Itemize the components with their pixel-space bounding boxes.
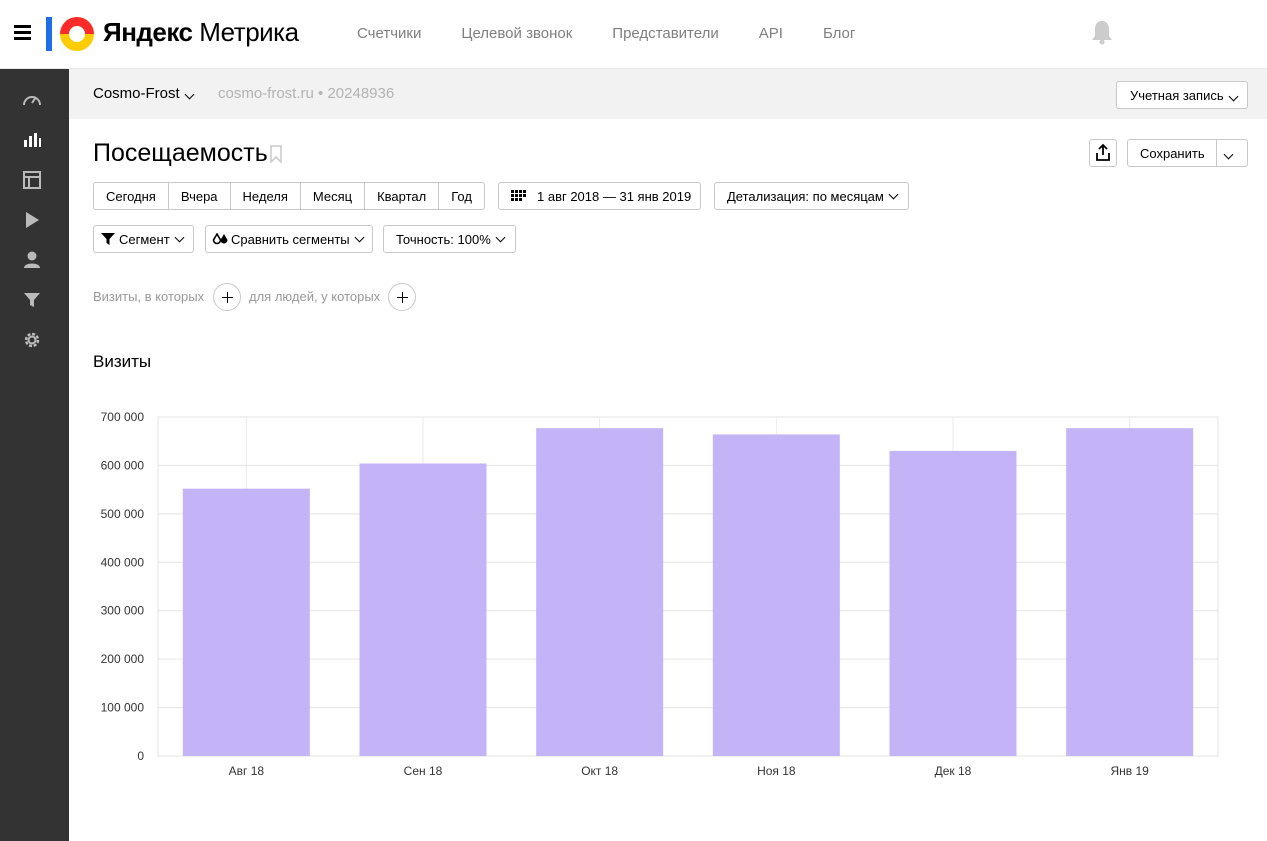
nav-representatives[interactable]: Представители	[612, 25, 718, 42]
counter-bar: Cosmo-Frost cosmo-frost.ru • 20248936 Уч…	[69, 69, 1267, 119]
accuracy-label: Точность: 100%	[396, 231, 491, 247]
y-tick-label: 300 000	[101, 604, 145, 618]
chart-bar	[359, 463, 487, 756]
y-tick-label: 100 000	[101, 701, 145, 715]
page-title: Посещаемость	[93, 139, 268, 167]
reports-icon[interactable]	[22, 130, 42, 150]
maps-icon[interactable]	[22, 170, 42, 190]
segment-button[interactable]: Сегмент	[93, 225, 194, 253]
period-week[interactable]: Неделя	[231, 183, 301, 209]
x-tick-label: Окт 18	[581, 764, 618, 778]
period-today[interactable]: Сегодня	[94, 183, 169, 209]
y-tick-label: 200 000	[101, 652, 145, 666]
compare-segments-label: Сравнить сегменты	[231, 231, 350, 247]
bookmark-icon[interactable]	[269, 145, 283, 163]
chart-bar	[712, 434, 840, 756]
counter-site-info: cosmo-frost.ru • 20248936	[218, 85, 394, 102]
counter-selector[interactable]: Cosmo-Frost	[93, 85, 195, 102]
y-tick-label: 400 000	[101, 555, 145, 569]
nav-api[interactable]: API	[759, 25, 783, 42]
nav-blog[interactable]: Блог	[823, 25, 855, 42]
chart-bar	[1066, 428, 1194, 756]
compare-segments-button[interactable]: Сравнить сегменты	[205, 225, 373, 253]
add-people-condition-button[interactable]	[388, 283, 416, 311]
chevron-down-icon	[1223, 149, 1234, 160]
dashboard-icon[interactable]	[22, 90, 42, 110]
nav-counters[interactable]: Счетчики	[357, 25, 421, 42]
y-tick-label: 700 000	[101, 410, 145, 424]
x-tick-label: Ноя 18	[757, 764, 796, 778]
filter-icon	[101, 233, 115, 245]
chart-bar	[182, 488, 310, 756]
audience-user-icon[interactable]	[22, 250, 42, 270]
date-range-picker[interactable]: 1 авг 2018 — 31 янв 2019	[498, 182, 701, 210]
period-year[interactable]: Год	[439, 183, 484, 209]
menu-icon[interactable]	[14, 25, 31, 40]
counter-separator: •	[318, 85, 324, 102]
segment-label: Сегмент	[119, 231, 170, 247]
calendar-icon	[511, 190, 526, 201]
drops-icon	[212, 232, 228, 244]
save-button[interactable]: Сохранить	[1127, 139, 1217, 167]
chevron-down-icon	[174, 232, 185, 242]
x-tick-label: Авг 18	[229, 764, 265, 778]
counter-name: Cosmo-Frost	[93, 85, 180, 102]
save-options-button[interactable]	[1217, 139, 1248, 167]
counter-id: 20248936	[327, 85, 395, 102]
y-tick-label: 600 000	[101, 458, 145, 472]
visits-bar-chart: 0 100 000 200 000 300 000 400 000 500 000 600 …	[101, 410, 1219, 778]
detail-label: Детализация: по месяцам	[727, 188, 884, 204]
counter-site: cosmo-frost.ru	[218, 85, 314, 102]
chart-bar	[536, 428, 664, 756]
x-tick-label: Сен 18	[404, 764, 443, 778]
visits-condition-hint: Визиты, в которых	[93, 289, 205, 304]
goals-filter-icon[interactable]	[22, 290, 42, 310]
top-header: Яндекс Метрика Счетчики Целевой звонок П…	[0, 0, 1267, 69]
x-tick-label: Янв 19	[1110, 764, 1149, 778]
y-tick-label: 500 000	[101, 507, 145, 521]
logo-text[interactable]: Яндекс Метрика	[103, 17, 299, 48]
export-button[interactable]	[1089, 139, 1117, 167]
webvisor-play-icon[interactable]	[22, 210, 42, 230]
chevron-down-icon	[354, 232, 365, 242]
save-button-group: Сохранить	[1127, 139, 1248, 167]
y-tick-label: 0	[137, 749, 144, 763]
chevron-down-icon	[1228, 91, 1239, 102]
chevron-down-icon	[495, 232, 506, 242]
x-tick-label: Дек 18	[935, 764, 972, 778]
share-upload-icon	[1096, 143, 1110, 161]
logo-text-bold: Яндекс	[103, 17, 193, 47]
top-nav: Счетчики Целевой звонок Представители AP…	[357, 25, 895, 42]
logo-text-rest: Метрика	[199, 17, 299, 47]
chevron-down-icon	[888, 189, 899, 199]
yandex-metrica-logo[interactable]	[46, 15, 96, 53]
period-selector: Сегодня Вчера Неделя Месяц Квартал Год	[93, 182, 485, 210]
period-quarter[interactable]: Квартал	[365, 183, 440, 209]
nav-target-call[interactable]: Целевой звонок	[461, 25, 572, 42]
detail-dropdown[interactable]: Детализация: по месяцам	[714, 182, 909, 210]
bell-icon[interactable]	[1091, 19, 1113, 45]
settings-gear-icon[interactable]	[22, 330, 42, 350]
period-yesterday[interactable]: Вчера	[169, 183, 231, 209]
period-month[interactable]: Месяц	[301, 183, 366, 209]
date-range-label: 1 авг 2018 — 31 янв 2019	[537, 188, 692, 204]
accuracy-dropdown[interactable]: Точность: 100%	[383, 225, 516, 253]
people-condition-hint: для людей, у которых	[249, 289, 381, 304]
chevron-down-icon	[184, 89, 195, 100]
chart-title: Визиты	[93, 352, 152, 371]
chart-bar	[889, 450, 1017, 756]
account-label: Учетная запись	[1130, 88, 1224, 103]
account-button[interactable]: Учетная запись	[1116, 81, 1248, 109]
add-visit-condition-button[interactable]	[213, 283, 241, 311]
